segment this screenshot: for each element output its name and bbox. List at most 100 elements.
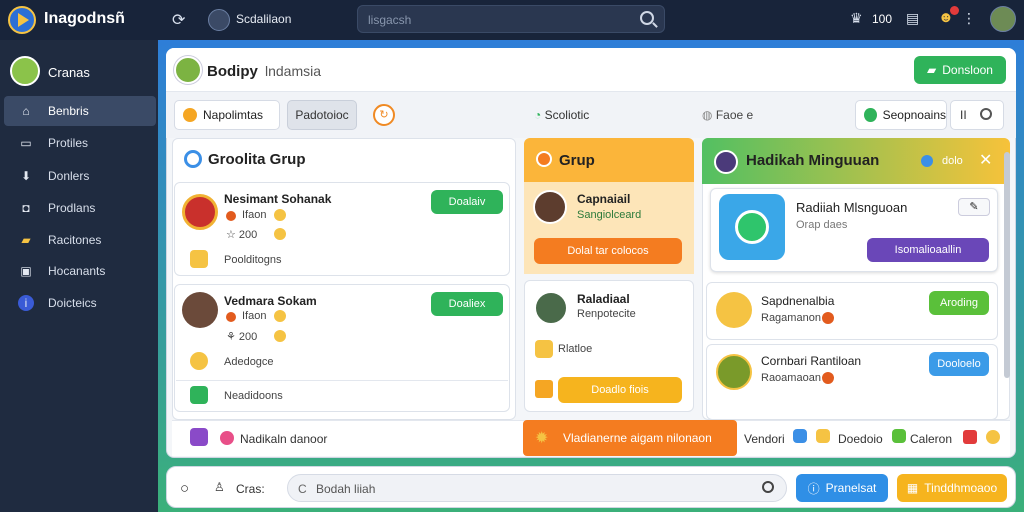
item-name: Cornbari Rantiloan xyxy=(761,354,862,368)
check-icon xyxy=(190,386,208,404)
secondary-button[interactable]: ▦ Tinddhmoaoo xyxy=(897,474,1007,502)
sidebar-user-name: Cranas xyxy=(48,65,90,80)
document-icon: ▭ xyxy=(20,136,32,150)
header-action-button[interactable]: ▰ Donsloon xyxy=(914,56,1006,84)
item-footer: Poolditogns xyxy=(224,254,282,266)
item-count: ⚘ 200 xyxy=(226,331,258,343)
search-icon[interactable] xyxy=(980,108,992,120)
top-user-label: Scdalilaon xyxy=(236,12,292,26)
avatar xyxy=(533,190,567,224)
header-avatar xyxy=(174,56,202,84)
feature-card-title: Radiiah Mlsnguoan xyxy=(796,200,908,215)
play-icon xyxy=(18,13,29,27)
bottom-item-3[interactable]: Caleron xyxy=(910,432,952,446)
orange-action-button[interactable]: ✹ Vladianerne aigam nilonaon xyxy=(523,420,737,456)
search-icon[interactable] xyxy=(640,11,654,25)
people-icon: ◍ xyxy=(702,108,713,122)
item-action-button[interactable]: Doalaiv xyxy=(431,190,503,214)
seopnoains-button[interactable]: Seopnoains xyxy=(855,100,947,130)
footer-label: Cras: xyxy=(236,482,265,496)
tab-scoliotic[interactable]: ◔ Scoliotic xyxy=(534,108,589,122)
search-bar[interactable]: lisgacsh xyxy=(357,5,665,33)
item-action-button[interactable]: Dooloelo xyxy=(929,352,989,376)
badge-icon xyxy=(274,330,286,342)
item-sub: Raoamaoan xyxy=(761,372,821,384)
scrollbar[interactable] xyxy=(1004,152,1010,378)
item-name: Capnaiail xyxy=(577,192,631,206)
bottom-label: Nadikaln danoor xyxy=(240,432,328,446)
sidebar-item-benbris[interactable]: ⌂ Benbris xyxy=(4,96,156,126)
bottom-item-1[interactable]: Vendori xyxy=(744,432,785,446)
document-icon[interactable]: ▤ xyxy=(906,10,919,27)
status-icon xyxy=(864,108,877,122)
group-icon xyxy=(536,151,552,167)
box-icon xyxy=(535,340,553,358)
sync-icon[interactable]: ⟳ xyxy=(172,10,185,30)
group-card-button[interactable]: Doadlo fiois xyxy=(558,377,682,403)
item-sub: Sangiolceard xyxy=(577,209,642,221)
bottom-item-2[interactable]: Doedoio xyxy=(838,432,883,446)
tools-button[interactable] xyxy=(950,100,1004,130)
tab-dot-icon xyxy=(183,108,197,122)
avatar xyxy=(534,291,568,325)
circle-icon[interactable]: ○ xyxy=(180,480,189,497)
item-sub: Ifaon xyxy=(242,209,267,221)
input-icon: C xyxy=(298,482,307,496)
primary-button[interactable]: ⓘ Pranelsat xyxy=(796,474,888,502)
star-icon: ✹ xyxy=(535,430,549,447)
search-icon[interactable] xyxy=(762,481,774,493)
tab-faoe[interactable]: ◍ Faoe e xyxy=(702,108,753,122)
item-footer: Adedogce xyxy=(224,356,274,368)
feature-card-sub: Orap daes xyxy=(796,219,848,231)
emoji-icon[interactable] xyxy=(986,430,1000,444)
badge-icon xyxy=(822,312,834,324)
badge-icon xyxy=(274,228,286,240)
user-avatar[interactable] xyxy=(990,6,1016,32)
avatar xyxy=(714,150,738,174)
sidebar-item-racitones[interactable]: ▰ Racitones xyxy=(4,225,156,255)
sidebar-avatar[interactable] xyxy=(10,56,40,86)
chat-icon xyxy=(735,210,769,244)
tab-napolimtas[interactable]: Napolimtas xyxy=(174,100,280,130)
star-icon xyxy=(274,310,286,322)
user-icon[interactable]: ♙ xyxy=(214,480,225,494)
item-action-button[interactable]: Aroding xyxy=(929,291,989,315)
group-card-button[interactable]: Dolal tar colocos xyxy=(534,238,682,264)
item-name: Nesimant Sohanak xyxy=(224,192,332,206)
feature-card-button[interactable]: Isomalioaallin xyxy=(867,238,989,262)
message-placeholder: Bodah liiah xyxy=(316,482,376,496)
item-action-button[interactable]: Doaliex xyxy=(431,292,503,316)
search-input[interactable]: lisgacsh xyxy=(368,13,411,27)
more-icon[interactable]: ⋮ xyxy=(962,10,976,27)
avatar[interactable] xyxy=(208,9,230,31)
calendar-icon xyxy=(793,429,807,443)
close-icon[interactable]: ✕ xyxy=(979,150,992,170)
calendar-icon: ▦ xyxy=(906,481,919,495)
sidebar-item-hocanants[interactable]: ▣ Hocanants xyxy=(4,256,156,286)
star-icon xyxy=(535,380,553,398)
item-name: Sapdnenalbia xyxy=(761,294,835,308)
notification-dot xyxy=(950,6,959,15)
lock-icon xyxy=(816,429,830,443)
item-sub: Ragamanon xyxy=(761,312,821,324)
smile-icon xyxy=(190,352,208,370)
sidebar-item-protiles[interactable]: ▭ Protiles xyxy=(4,128,156,158)
tab-padotoioc[interactable]: Padotoioc xyxy=(287,100,357,130)
tag-icon[interactable] xyxy=(963,430,977,444)
bookmark-icon xyxy=(190,428,208,446)
sidebar-item-donlers[interactable]: ⬇ Donlers xyxy=(4,161,156,191)
trophy-icon[interactable]: ♛ xyxy=(850,10,863,27)
badge-icon xyxy=(822,372,834,384)
group-card-title: Grup xyxy=(559,152,595,169)
edit-icon[interactable]: ✎ xyxy=(958,198,990,216)
refresh-icon[interactable]: ↻ xyxy=(373,104,395,126)
app-title: Inagodnsñ xyxy=(44,10,125,27)
sidebar-item-prodlans[interactable]: ◘ Prodlans xyxy=(4,193,156,223)
avatar xyxy=(182,292,218,328)
item-sub: Ifaon xyxy=(242,310,267,322)
sidebar-item-doicteics[interactable]: i Doicteics xyxy=(4,288,156,318)
pause-icon[interactable]: II xyxy=(960,108,967,122)
flame-icon xyxy=(226,312,236,322)
item-extra: Neadidoons xyxy=(224,390,283,402)
info-icon: i xyxy=(18,295,34,311)
